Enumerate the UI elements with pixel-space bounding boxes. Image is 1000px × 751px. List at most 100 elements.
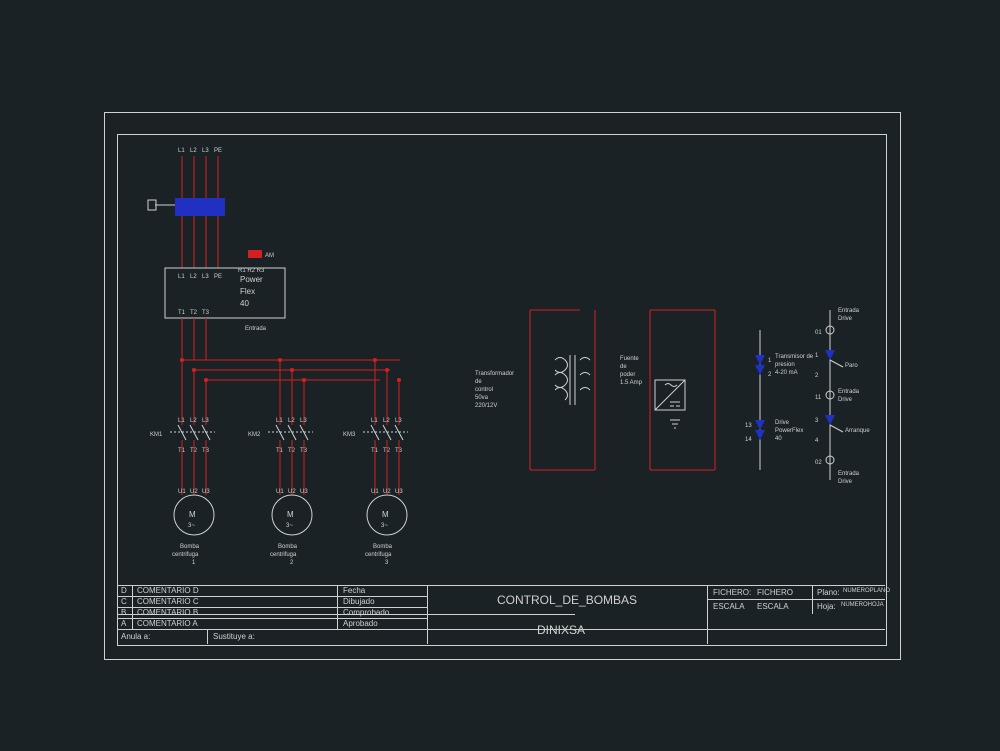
svg-text:U3: U3 bbox=[202, 489, 210, 495]
svg-text:de: de bbox=[475, 379, 482, 385]
fichero-value: FICHERO bbox=[757, 588, 793, 597]
project-title: CONTROL_DE_BOMBAS bbox=[497, 593, 637, 607]
svg-text:U2: U2 bbox=[383, 489, 391, 495]
rev-b-label: COMENTARIO B bbox=[137, 608, 198, 617]
drive-label-2: Flex bbox=[240, 287, 255, 296]
input-label-pe: PE bbox=[214, 148, 222, 154]
svg-text:Paro: Paro bbox=[845, 363, 858, 369]
branch-2: KM2 L1 L2 L3 T1 T2 T3 U1 U2 U3 M 3~ Bomb… bbox=[248, 360, 313, 566]
fecha-label: Fecha bbox=[343, 586, 365, 595]
svg-text:02: 02 bbox=[815, 460, 822, 466]
hoja-value: NUMEROHOJA bbox=[841, 602, 884, 608]
svg-text:Entrada: Entrada bbox=[838, 308, 860, 314]
svg-text:U3: U3 bbox=[395, 489, 403, 495]
svg-text:Transformador: Transformador bbox=[475, 371, 514, 377]
paro-button-icon bbox=[825, 350, 835, 360]
svg-text:2: 2 bbox=[768, 372, 772, 378]
svg-text:poder: poder bbox=[620, 372, 635, 378]
svg-text:centrifuga: centrifuga bbox=[365, 552, 392, 558]
rev-a-label: COMENTARIO A bbox=[137, 619, 198, 628]
main-breaker bbox=[175, 198, 225, 216]
svg-text:50va: 50va bbox=[475, 395, 489, 401]
branch-1: KM1 L1 L2 L3 T1 T2 T3 U1 U2 U3 M 3~ Bomb… bbox=[150, 360, 215, 566]
svg-text:KM3: KM3 bbox=[343, 432, 356, 438]
t14: 14 bbox=[745, 437, 752, 443]
svg-text:11: 11 bbox=[815, 395, 822, 401]
svg-text:40: 40 bbox=[775, 436, 782, 442]
svg-text:Entrada: Entrada bbox=[838, 389, 860, 395]
svg-text:centrifuga: centrifuga bbox=[270, 552, 297, 558]
svg-text:1: 1 bbox=[192, 560, 196, 566]
svg-text:Bomba: Bomba bbox=[373, 544, 393, 550]
input-label-l2: L2 bbox=[190, 148, 197, 154]
drive-label-1: Power bbox=[240, 275, 263, 284]
svg-text:U1: U1 bbox=[178, 489, 186, 495]
svg-text:L3: L3 bbox=[202, 274, 209, 280]
sustituye-label: Sustituye a: bbox=[213, 632, 255, 641]
company-name: DINIXSA bbox=[537, 623, 585, 637]
pushbuttons: Entrada Drive 01 1 2 Paro 11 Entrada Dri… bbox=[815, 308, 870, 485]
svg-text:1: 1 bbox=[768, 358, 772, 364]
cad-canvas: L1 L2 L3 PE Power Flex 40 L1 L2 L3 PE T1… bbox=[0, 0, 1000, 751]
svg-text:1.5 Amp: 1.5 Amp bbox=[620, 380, 643, 386]
power-supply-symbol: Fuente de poder 1.5 Amp bbox=[620, 356, 685, 428]
title-block: D COMENTARIO D C COMENTARIO C B COMENTAR… bbox=[117, 585, 885, 644]
svg-text:PowerFlex: PowerFlex bbox=[775, 428, 803, 434]
svg-text:T3: T3 bbox=[202, 310, 210, 316]
svg-text:KM2: KM2 bbox=[248, 432, 261, 438]
svg-text:R1 R2 R3: R1 R2 R3 bbox=[238, 268, 265, 274]
fichero-label: FICHERO: bbox=[713, 588, 751, 597]
svg-text:AM: AM bbox=[265, 253, 274, 259]
escala-value: ESCALA bbox=[757, 602, 789, 611]
svg-text:2: 2 bbox=[290, 560, 294, 566]
svg-text:01: 01 bbox=[815, 330, 822, 336]
dibujado-label: Dibujado bbox=[343, 597, 375, 606]
svg-text:U2: U2 bbox=[190, 489, 198, 495]
svg-text:de: de bbox=[620, 364, 627, 370]
svg-text:Bomba: Bomba bbox=[278, 544, 298, 550]
svg-text:Drive: Drive bbox=[838, 316, 853, 322]
svg-text:220/12V: 220/12V bbox=[475, 403, 497, 409]
branch-3: KM3 L1 L2 L3 T1 T2 T3 U1 U2 U3 M 3~ Bomb… bbox=[343, 360, 408, 566]
transformer-symbol: Transformador de control 50va 220/12V bbox=[475, 355, 590, 409]
svg-text:control: control bbox=[475, 387, 493, 393]
t13: 13 bbox=[745, 423, 752, 429]
svg-text:L1: L1 bbox=[371, 418, 378, 424]
svg-text:1: 1 bbox=[815, 353, 819, 359]
svg-text:2: 2 bbox=[815, 373, 819, 379]
svg-text:U2: U2 bbox=[288, 489, 296, 495]
handle-icon bbox=[148, 200, 156, 210]
control-terminals: 1 2 Transmisor de presion 4-20 mA 13 14 … bbox=[745, 330, 814, 470]
svg-text:M: M bbox=[382, 510, 389, 519]
svg-text:Drive: Drive bbox=[775, 420, 790, 426]
hoja-label: Hoja: bbox=[817, 602, 836, 611]
terminal-2-icon bbox=[755, 420, 765, 430]
svg-text:Transmisor de: Transmisor de bbox=[775, 354, 814, 360]
fuse-am bbox=[248, 250, 262, 258]
svg-text:Drive: Drive bbox=[838, 479, 853, 485]
svg-text:L1: L1 bbox=[178, 274, 185, 280]
svg-text:Arranque: Arranque bbox=[845, 428, 870, 434]
svg-text:Bomba: Bomba bbox=[180, 544, 200, 550]
svg-text:L2: L2 bbox=[190, 274, 197, 280]
svg-text:3~: 3~ bbox=[286, 523, 293, 529]
svg-text:presion: presion bbox=[775, 362, 795, 368]
rev-c-label: COMENTARIO C bbox=[137, 597, 199, 606]
svg-text:M: M bbox=[189, 510, 196, 519]
aprobado-label: Aprobado bbox=[343, 619, 378, 628]
svg-text:3~: 3~ bbox=[188, 523, 195, 529]
plano-value: NUMEROPLANO bbox=[843, 588, 890, 594]
anula-label: Anula a: bbox=[121, 632, 150, 641]
svg-text:U3: U3 bbox=[300, 489, 308, 495]
svg-text:U1: U1 bbox=[276, 489, 284, 495]
escala-label: ESCALA bbox=[713, 602, 745, 611]
svg-text:3~: 3~ bbox=[381, 523, 388, 529]
rev-d-idx: D bbox=[121, 586, 127, 595]
svg-text:U1: U1 bbox=[371, 489, 379, 495]
svg-text:4: 4 bbox=[815, 438, 819, 444]
svg-text:centrifuga: centrifuga bbox=[172, 552, 199, 558]
svg-text:Entrada: Entrada bbox=[245, 326, 267, 332]
rev-a-idx: A bbox=[121, 619, 126, 628]
svg-text:Drive: Drive bbox=[838, 397, 853, 403]
rev-d-label: COMENTARIO D bbox=[137, 586, 199, 595]
